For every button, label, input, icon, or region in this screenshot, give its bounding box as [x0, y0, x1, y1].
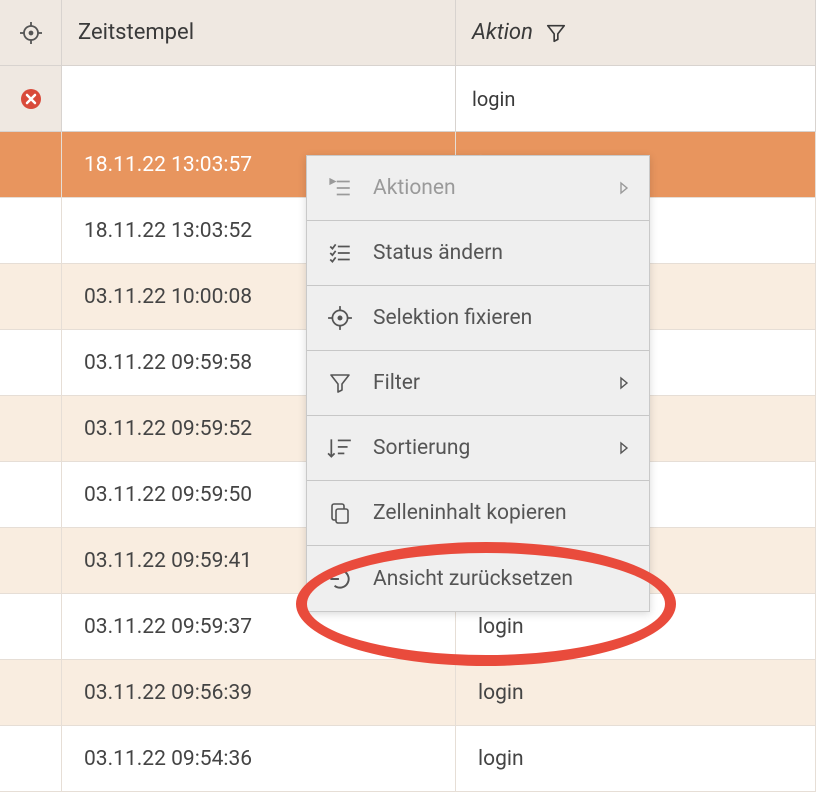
- filter-cell-action[interactable]: [456, 66, 816, 132]
- context-menu-label: Filter: [373, 371, 617, 395]
- filter-input-action[interactable]: [472, 87, 799, 111]
- column-header-label: Zeitstempel: [78, 20, 194, 45]
- context-menu-item[interactable]: Filter: [307, 351, 649, 416]
- funnel-icon: [545, 22, 567, 44]
- cell-timestamp[interactable]: 03.11.22 09:54:36: [62, 726, 456, 792]
- column-header-label: Aktion: [472, 20, 533, 45]
- context-menu-item[interactable]: Selektion fixieren: [307, 286, 649, 351]
- row-leading-cell[interactable]: [0, 528, 62, 594]
- row-leading-cell[interactable]: [0, 462, 62, 528]
- filter-input-timestamp[interactable]: [78, 87, 439, 111]
- row-leading-cell[interactable]: [0, 264, 62, 330]
- undo-icon: [325, 564, 355, 594]
- close-icon: [19, 87, 43, 111]
- clear-filter-cell[interactable]: [0, 66, 62, 132]
- chevron-right-icon: [617, 376, 631, 390]
- row-leading-cell[interactable]: [0, 396, 62, 462]
- sort-icon: [325, 433, 355, 463]
- row-leading-cell[interactable]: [0, 132, 62, 198]
- funnel-icon: [325, 368, 355, 398]
- filter-cell-timestamp[interactable]: [62, 66, 456, 132]
- column-header-timestamp[interactable]: Zeitstempel: [62, 0, 456, 66]
- checklist-icon: [325, 238, 355, 268]
- context-menu-item[interactable]: Ansicht zurücksetzen: [307, 546, 649, 611]
- list-play-icon: [325, 173, 355, 203]
- row-leading-cell[interactable]: [0, 198, 62, 264]
- cell-timestamp[interactable]: 03.11.22 09:56:39: [62, 660, 456, 726]
- context-menu-label: Selektion fixieren: [373, 306, 631, 330]
- context-menu-label: Ansicht zurücksetzen: [373, 567, 631, 591]
- row-leading-cell[interactable]: [0, 726, 62, 792]
- cell-action[interactable]: login: [456, 726, 816, 792]
- context-menu-item[interactable]: Zelleninhalt kopieren: [307, 481, 649, 546]
- chevron-right-icon: [617, 441, 631, 455]
- row-leading-cell[interactable]: [0, 594, 62, 660]
- cell-action[interactable]: login: [456, 660, 816, 726]
- context-menu-item: Aktionen: [307, 156, 649, 221]
- context-menu-label: Sortierung: [373, 436, 617, 460]
- copy-icon: [325, 498, 355, 528]
- context-menu-item[interactable]: Status ändern: [307, 221, 649, 286]
- chevron-right-icon: [617, 181, 631, 195]
- target-icon: [19, 21, 43, 45]
- context-menu: Aktionen Status ändern Selektion fixieren F…: [306, 155, 650, 612]
- column-header-action[interactable]: Aktion: [456, 0, 816, 66]
- context-menu-label: Status ändern: [373, 241, 631, 265]
- context-menu-item[interactable]: Sortierung: [307, 416, 649, 481]
- context-menu-label: Zelleninhalt kopieren: [373, 501, 631, 525]
- target-header-cell[interactable]: [0, 0, 62, 66]
- row-leading-cell[interactable]: [0, 660, 62, 726]
- row-leading-cell[interactable]: [0, 330, 62, 396]
- context-menu-label: Aktionen: [373, 176, 617, 200]
- target-icon: [325, 303, 355, 333]
